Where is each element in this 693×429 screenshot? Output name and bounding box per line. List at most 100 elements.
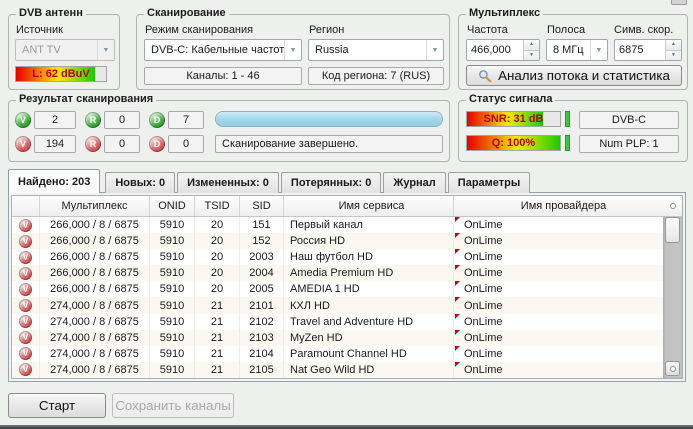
table-header: Мультиплекс ONID TSID SID Имя сервиса Им… (12, 196, 682, 217)
col-tsid[interactable]: TSID (195, 196, 240, 216)
save-channels-button[interactable]: Сохранить каналы (112, 393, 234, 418)
window-control-remnant (671, 0, 687, 5)
table-row[interactable]: V 274,000 / 8 / 6875 5910 21 2102 Travel… (12, 313, 663, 330)
cell-service-name: AMEDIA 1 HD (284, 281, 454, 298)
col-onid[interactable]: ONID (150, 196, 195, 216)
source-select-value: ANT TV (22, 44, 61, 56)
results-tab[interactable]: Найдено: 203 (8, 169, 101, 193)
cell-onid: 5910 (150, 233, 195, 250)
scan-result-group: Результат сканирования V 2 R 0 D 7 V 194… (8, 93, 450, 162)
cell-provider-name: OnLime (454, 297, 663, 313)
table-row[interactable]: V 274,000 / 8 / 6875 5910 21 2101 КХЛ HD… (12, 297, 663, 314)
cell-service-name: Первый канал (284, 217, 454, 234)
table-row[interactable]: V 274,000 / 8 / 6875 5910 21 2104 Paramo… (12, 345, 663, 362)
cell-provider-name: OnLime (454, 281, 663, 297)
col-provider-name[interactable]: Имя провайдера (454, 196, 663, 216)
col-sid[interactable]: SID (240, 196, 284, 216)
signal-level-bar: L: 62 dBuV (15, 66, 107, 82)
cell-sid: 151 (240, 217, 284, 234)
window-bottom-edge (0, 425, 693, 429)
snr-bar: SNR: 31 dB (466, 111, 561, 127)
cell-service-name: Россия HD (284, 233, 454, 250)
cell-multiplex: 266,000 / 8 / 6875 (40, 217, 150, 234)
col-multiplex[interactable]: Мультиплекс (40, 196, 150, 216)
cell-onid: 5910 (150, 249, 195, 266)
modified-marker-icon (455, 249, 460, 255)
cell-multiplex: 274,000 / 8 / 6875 (40, 297, 150, 314)
mux-group: Мультиплекс Частота Полоса Симв. скор. 4… (458, 7, 688, 90)
source-select[interactable]: ANT TV ▼ (15, 39, 115, 61)
scan-mode-label: Режим сканирования (145, 24, 254, 36)
modified-marker-icon (455, 361, 460, 367)
cell-onid: 5910 (150, 345, 195, 362)
modified-marker-icon (455, 297, 460, 303)
table-row[interactable]: V 266,000 / 8 / 6875 5910 20 2005 AMEDIA… (12, 281, 663, 298)
frequency-spinner[interactable]: 466,000 ▲ ▼ (466, 39, 540, 61)
band-value: 8 МГц (553, 44, 584, 56)
cell-tsid: 21 (195, 361, 240, 378)
scrollbar-thumb[interactable] (665, 217, 680, 243)
cell-provider-name: OnLime (454, 249, 663, 265)
cell-sid: 2102 (240, 313, 284, 330)
service-status-icon: V (19, 331, 32, 345)
cell-multiplex: 266,000 / 8 / 6875 (40, 249, 150, 266)
col-status[interactable] (12, 196, 40, 216)
vertical-scrollbar[interactable] (663, 217, 682, 378)
table-row[interactable]: V 266,000 / 8 / 6875 5910 20 2003 Наш фу… (12, 249, 663, 266)
table-row[interactable]: V 266,000 / 8 / 6875 5910 20 151 Первый … (12, 217, 663, 234)
cell-service-name: Travel and Adventure HD (284, 313, 454, 330)
cell-tsid: 21 (195, 345, 240, 362)
results-tab[interactable]: Журнал (383, 172, 446, 193)
cell-multiplex: 266,000 / 8 / 6875 (40, 233, 150, 250)
service-status-icon: V (19, 266, 32, 280)
cell-service-name: КХЛ HD (284, 297, 454, 314)
modified-marker-icon (455, 281, 460, 287)
quality-text: Q: 100% (491, 137, 536, 149)
cell-service-name: Nat Geo Wild HD (284, 361, 454, 378)
analyze-stream-button[interactable]: Анализ потока и статистика (466, 65, 682, 86)
cell-tsid: 21 (195, 329, 240, 346)
cell-onid: 5910 (150, 265, 195, 282)
start-button[interactable]: Старт (8, 393, 106, 418)
signal-status-title: Статус сигнала (466, 93, 556, 105)
d-ok-count: 7 (168, 111, 204, 129)
cell-tsid: 20 (195, 233, 240, 250)
spin-up-icon[interactable]: ▲ (666, 40, 681, 51)
service-status-icon: V (19, 347, 32, 361)
spin-down-icon[interactable]: ▼ (666, 50, 681, 60)
source-label: Источник (16, 24, 63, 36)
results-tab[interactable]: Параметры (447, 172, 531, 193)
col-service-name[interactable]: Имя сервиса (284, 196, 454, 216)
scan-mode-select[interactable]: DVB-C: Кабельные частоты ▼ (144, 39, 302, 61)
symbol-rate-label: Симв. скор. (614, 24, 674, 36)
spin-up-icon[interactable]: ▲ (524, 40, 539, 51)
cell-multiplex: 274,000 / 8 / 6875 (40, 313, 150, 330)
chevron-down-icon: ▼ (590, 40, 607, 60)
cell-sid: 2103 (240, 329, 284, 346)
table-row[interactable]: V 274,000 / 8 / 6875 5910 21 2105 Nat Ge… (12, 361, 663, 378)
r-ok-icon: R (85, 112, 101, 128)
table-row[interactable]: V 266,000 / 8 / 6875 5910 20 2004 Amedia… (12, 265, 663, 282)
service-status-icon: V (19, 299, 32, 313)
spin-down-icon[interactable]: ▼ (524, 50, 539, 60)
cell-provider-name: OnLime (454, 233, 663, 249)
cell-service-name: Amedia Premium HD (284, 265, 454, 282)
modified-marker-icon (455, 233, 460, 239)
band-select[interactable]: 8 МГц ▼ (546, 39, 608, 61)
table-row[interactable]: V 274,000 / 8 / 6875 5910 21 2103 MyZen … (12, 329, 663, 346)
results-tab[interactable]: Измененных: 0 (177, 172, 279, 193)
results-tab[interactable]: Новых: 0 (105, 172, 176, 193)
cell-onid: 5910 (150, 313, 195, 330)
region-select[interactable]: Russia ▼ (308, 39, 444, 61)
modified-marker-icon (455, 329, 460, 335)
scroll-down-button[interactable] (665, 361, 680, 376)
table-row[interactable]: V 266,000 / 8 / 6875 5910 20 152 Россия … (12, 233, 663, 250)
results-tab[interactable]: Потерянных: 0 (280, 172, 382, 193)
cell-provider-name: OnLime (454, 345, 663, 362)
service-status-icon: V (19, 218, 32, 232)
region-value: Russia (315, 44, 349, 56)
modified-marker-icon (455, 345, 460, 351)
cell-service-name: MyZen HD (284, 329, 454, 346)
symbol-rate-spinner[interactable]: 6875 ▲ ▼ (614, 39, 682, 61)
scroll-corner-button[interactable] (663, 196, 682, 216)
